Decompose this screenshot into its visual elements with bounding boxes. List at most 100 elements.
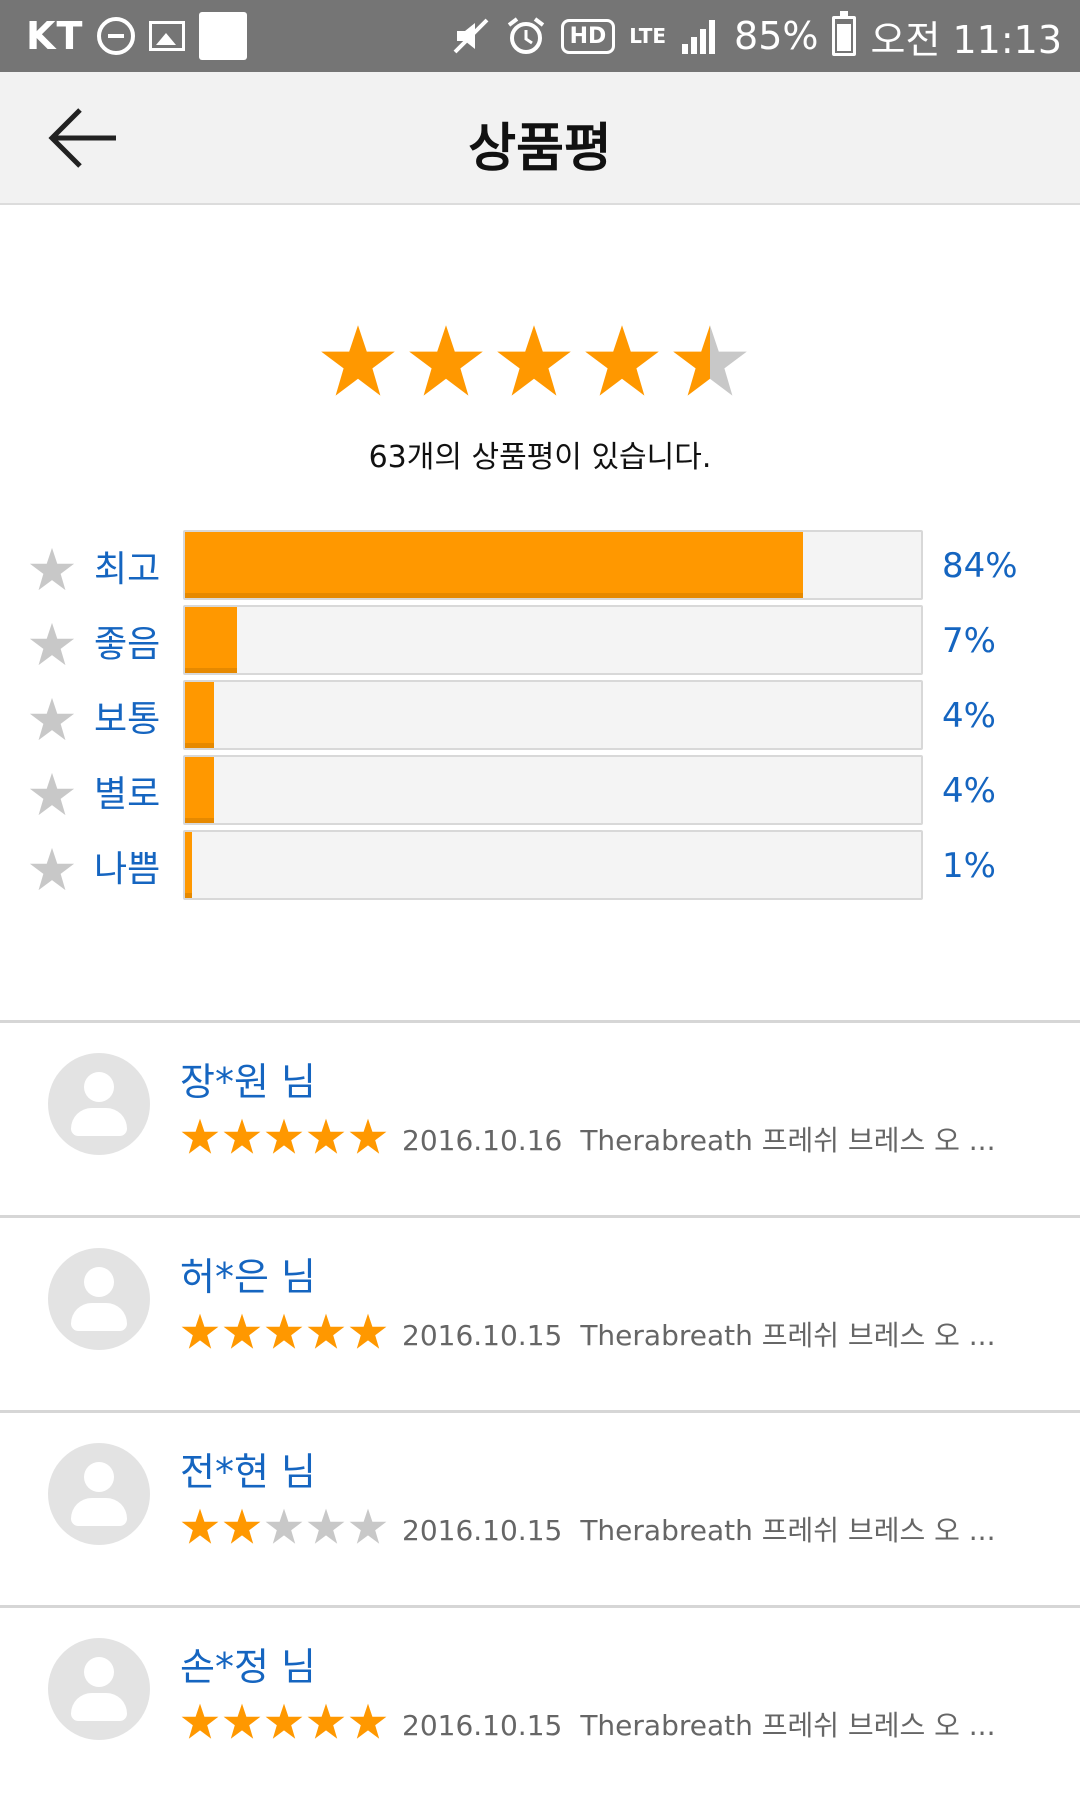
reviewer-name: 전*현 님 [180,1450,316,1494]
rating-row[interactable]: 좋음 7% [0,605,1080,675]
review-rating-stars [180,1117,388,1157]
star-gray-icon [29,622,75,666]
star-full-icon [349,1313,387,1349]
star-empty-icon [307,1508,345,1544]
star-full-icon [265,1313,303,1349]
rating-percent: 7% [942,621,996,661]
star-full-icon [181,1118,219,1154]
page-title: 상품평 [468,119,612,179]
star-full-icon [265,1118,303,1154]
rating-label: 좋음 [94,624,161,665]
review-item[interactable]: 장*원 님 2016.10.16 Therabreath 프레쉬 브레스 오 ... [0,1020,1080,1215]
star-icon [28,696,76,744]
star-full-icon [307,1118,345,1154]
review-date: 2016.10.15 [402,1709,563,1742]
rating-row[interactable]: 나쁨 1% [0,830,1080,900]
carrier-label: KT [26,14,84,58]
reviewer-name: 손*정 님 [180,1645,316,1689]
star-full-icon [223,1313,261,1349]
star-empty-icon [265,1508,303,1544]
star-full-icon [349,1118,387,1154]
star-gray-icon [29,772,75,816]
star-full-icon [497,325,571,396]
rating-label: 최고 [94,549,161,590]
review-date: 2016.10.15 [402,1514,563,1547]
rating-label: 별로 [94,774,161,815]
star-full-icon [307,1313,345,1349]
rating-percent: 4% [942,696,996,736]
star-icon [28,621,76,669]
signal-icon [680,16,720,56]
avatar-icon [48,1443,150,1545]
star-icon [28,846,76,894]
review-product: Therabreath 프레쉬 브레스 오 ... [580,1709,996,1742]
star-full-icon [585,325,659,396]
review-date: 2016.10.16 [402,1124,563,1157]
rating-percent: 1% [942,846,996,886]
avatar-icon [48,1638,150,1740]
star-full-icon [321,325,395,396]
rating-row[interactable]: 보통 4% [0,680,1080,750]
star-full-icon [223,1118,261,1154]
rating-bar-fill [185,607,237,673]
review-meta: 2016.10.15 Therabreath 프레쉬 브레스 오 ... [402,1704,995,1744]
review-rating-stars [180,1312,388,1352]
rating-percent: 84% [942,546,1018,586]
review-product: Therabreath 프레쉬 브레스 오 ... [580,1124,996,1157]
review-item[interactable]: 전*현 님 2016.10.15 Therabreath 프레쉬 브레스 오 ... [0,1410,1080,1605]
review-meta: 2016.10.16 Therabreath 프레쉬 브레스 오 ... [402,1119,995,1159]
rating-bar-fill [185,682,215,748]
reviewer-name: 허*은 님 [180,1255,316,1299]
review-date: 2016.10.15 [402,1319,563,1352]
avatar-icon [48,1053,150,1155]
do-not-disturb-icon [97,17,136,55]
review-rating-stars [180,1702,388,1742]
lte-icon: LTE [629,24,667,48]
reviewer-name: 장*원 님 [180,1060,316,1104]
review-item[interactable]: 손*정 님 2016.10.15 Therabreath 프레쉬 브레스 오 ... [0,1605,1080,1800]
rating-bar [183,530,923,600]
status-bar: KT HD LTE 85% 오전 11:13 [0,0,1080,72]
hd-voice-icon: HD [560,18,616,54]
rating-row[interactable]: 별로 4% [0,755,1080,825]
star-half-icon [673,325,747,396]
star-empty-icon [349,1508,387,1544]
star-full-icon [181,1703,219,1739]
battery-icon [832,11,857,56]
image-notification-icon [149,21,186,51]
star-full-icon [181,1313,219,1349]
rating-percent: 4% [942,771,996,811]
alarm-icon [505,15,547,57]
battery-percent: 85% [734,14,819,58]
star-icon [28,771,76,819]
review-rating-stars [180,1507,388,1547]
star-full-icon [223,1703,261,1739]
rating-label: 보통 [94,699,161,740]
review-count: 63개의 상품평이 있습니다. [368,440,712,475]
rating-bar [183,755,923,825]
review-meta: 2016.10.15 Therabreath 프레쉬 브레스 오 ... [402,1509,995,1549]
star-gray-icon [29,847,75,891]
rating-bar [183,830,923,900]
review-meta: 2016.10.15 Therabreath 프레쉬 브레스 오 ... [402,1314,995,1354]
star-full-icon [307,1703,345,1739]
review-item[interactable]: 허*은 님 2016.10.15 Therabreath 프레쉬 브레스 오 ... [0,1215,1080,1410]
clock: 오전 11:13 [870,17,1062,62]
star-full-icon [265,1703,303,1739]
rating-bar [183,605,923,675]
rating-label: 나쁨 [94,849,161,890]
rating-bar-fill [185,832,193,898]
star-full-icon [223,1508,261,1544]
rating-row[interactable]: 최고 84% [0,530,1080,600]
rating-bar-fill [185,532,804,598]
rating-bar-fill [185,757,215,823]
average-rating-stars [318,322,750,402]
star-full-icon [349,1703,387,1739]
rating-bar [183,680,923,750]
avatar-icon [48,1248,150,1350]
star-full-icon [409,325,483,396]
star-gray-icon [29,547,75,591]
star-gray-icon [29,697,75,741]
review-product: Therabreath 프레쉬 브레스 오 ... [580,1319,996,1352]
review-product: Therabreath 프레쉬 브레스 오 ... [580,1514,996,1547]
